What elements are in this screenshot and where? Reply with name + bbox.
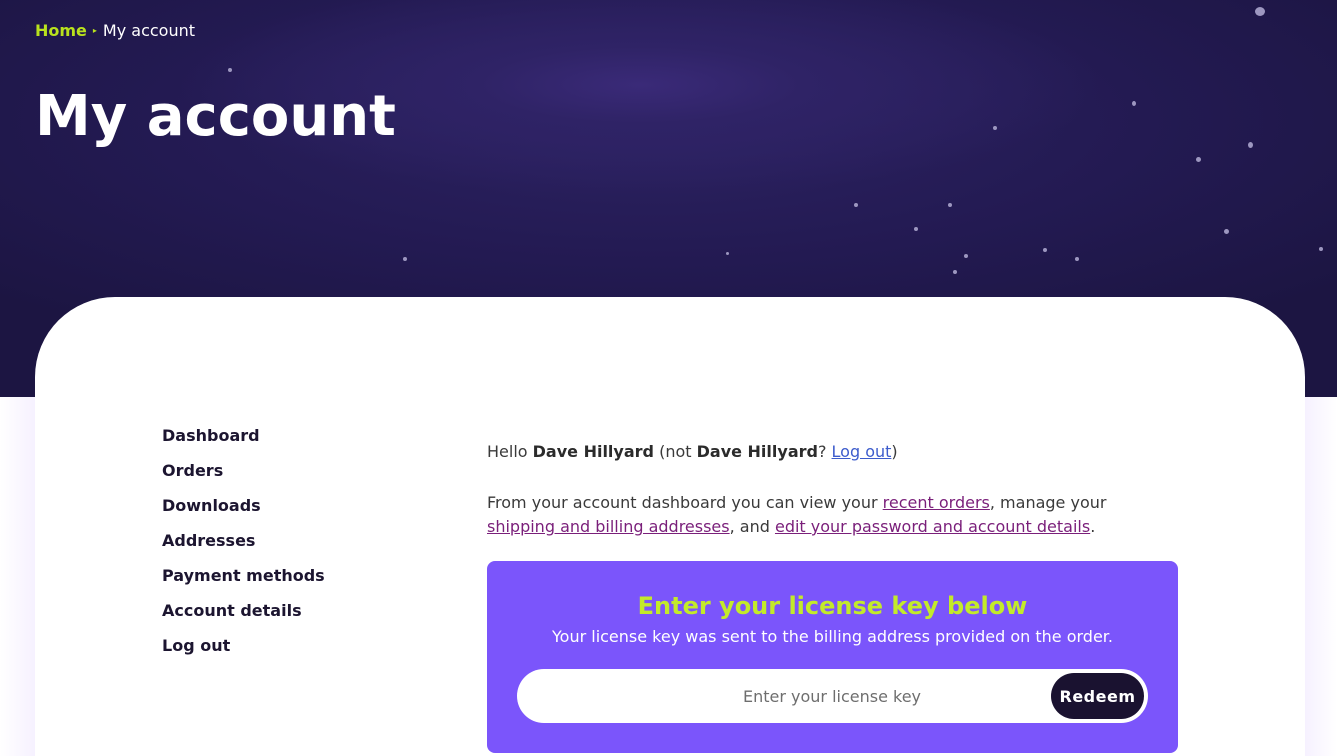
greeting-close: ): [891, 442, 898, 461]
star-decoration: [726, 252, 729, 255]
star-decoration: [1196, 157, 1201, 162]
nav-item-account-details[interactable]: Account details: [162, 601, 325, 636]
star-decoration: [993, 126, 997, 130]
greeting-prefix: Hello: [487, 442, 533, 461]
greeting-not: (not: [653, 442, 697, 461]
star-decoration: [403, 257, 407, 261]
intro-mid: , manage your: [989, 493, 1107, 512]
breadcrumb-home-link[interactable]: Home: [35, 21, 87, 40]
star-decoration: [953, 270, 957, 274]
logout-link[interactable]: Log out: [832, 442, 892, 461]
recent-orders-link[interactable]: recent orders: [883, 493, 990, 512]
user-name-alt: Dave Hillyard: [696, 442, 818, 461]
nav-item-log-out[interactable]: Log out: [162, 636, 325, 671]
license-subtitle: Your license key was sent to the billing…: [552, 627, 1113, 646]
star-decoration: [914, 227, 918, 231]
page-title: My account: [35, 84, 396, 149]
nav-item-orders[interactable]: Orders: [162, 461, 325, 496]
account-details-link[interactable]: edit your password and account details: [775, 517, 1090, 536]
nav-item-payment-methods[interactable]: Payment methods: [162, 566, 325, 601]
star-decoration: [1255, 7, 1265, 16]
intro-and: , and: [729, 517, 775, 536]
addresses-link[interactable]: shipping and billing addresses: [487, 517, 730, 536]
nav-item-addresses[interactable]: Addresses: [162, 531, 325, 566]
dashboard-intro: From your account dashboard you can view…: [487, 491, 1177, 539]
greeting: Hello Dave Hillyard (not Dave Hillyard? …: [487, 442, 1187, 462]
user-name: Dave Hillyard: [532, 442, 654, 461]
nav-item-dashboard[interactable]: Dashboard: [162, 426, 325, 461]
license-form: Redeem: [517, 669, 1148, 723]
account-navigation: Dashboard Orders Downloads Addresses Pay…: [162, 426, 325, 671]
side-glow-right: [1305, 397, 1337, 756]
breadcrumb: Home ▸ My account: [35, 21, 195, 40]
redeem-button[interactable]: Redeem: [1051, 673, 1144, 719]
side-glow-left: [0, 397, 35, 756]
dashboard-content: Hello Dave Hillyard (not Dave Hillyard? …: [487, 442, 1187, 539]
star-decoration: [964, 254, 968, 258]
license-key-panel: Enter your license key below Your licens…: [487, 561, 1178, 753]
star-decoration: [228, 68, 232, 72]
intro-end: .: [1090, 517, 1096, 536]
nav-item-downloads[interactable]: Downloads: [162, 496, 325, 531]
star-decoration: [1224, 229, 1229, 234]
star-decoration: [1075, 257, 1079, 261]
greeting-question: ?: [817, 442, 832, 461]
intro-prefix: From your account dashboard you can view…: [487, 493, 883, 512]
breadcrumb-current: My account: [102, 21, 196, 40]
star-decoration: [854, 203, 858, 207]
star-decoration: [1132, 101, 1136, 106]
star-decoration: [1319, 247, 1323, 251]
license-title: Enter your license key below: [637, 592, 1028, 620]
breadcrumb-separator-icon: ▸: [92, 26, 97, 35]
star-decoration: [1248, 142, 1253, 148]
star-decoration: [948, 203, 952, 207]
star-decoration: [1043, 248, 1047, 252]
